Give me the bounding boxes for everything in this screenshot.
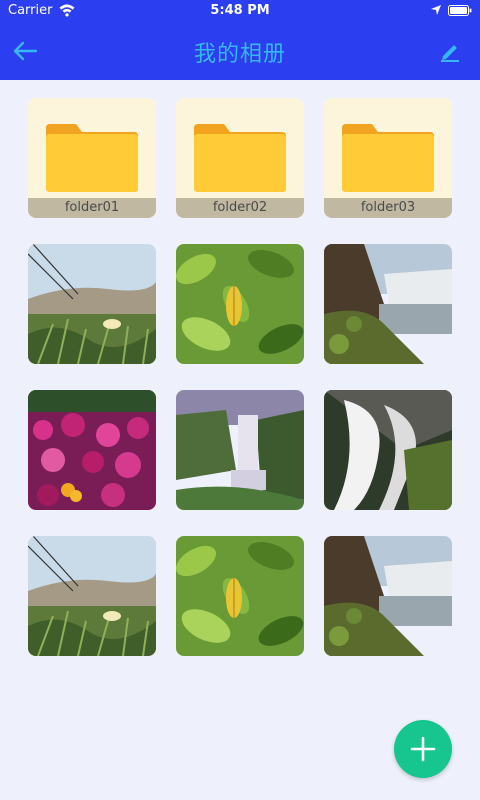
- photo-thumbnail-beach-flowers[interactable]: [28, 536, 156, 656]
- location-arrow-icon: [431, 5, 441, 15]
- folder-name: folder02: [176, 198, 304, 218]
- folder-icon: [194, 124, 286, 192]
- nav-bar: 我的相册: [0, 22, 480, 80]
- battery-icon: [448, 5, 472, 16]
- photo-thumbnail-white-waterfall[interactable]: [324, 390, 452, 510]
- status-bar: Carrier 5:48 PM: [0, 0, 480, 22]
- folder-item[interactable]: folder01: [28, 98, 156, 218]
- folder-name: folder03: [324, 198, 452, 218]
- folder-icon: [46, 124, 138, 192]
- photo-thumbnail-green-leaves[interactable]: [176, 536, 304, 656]
- pencil-icon[interactable]: [438, 39, 462, 63]
- add-button[interactable]: [394, 720, 452, 778]
- photo-thumbnail-waterfall-valley[interactable]: [176, 390, 304, 510]
- photo-thumbnail-beach-flowers[interactable]: [28, 244, 156, 364]
- plus-icon: [410, 736, 436, 762]
- photo-thumbnail-waterfall-lake[interactable]: [324, 244, 452, 364]
- album-grid: folder01 folder02 folder03: [28, 98, 452, 658]
- status-time: 5:48 PM: [210, 3, 270, 18]
- page-title: 我的相册: [193, 42, 286, 67]
- folder-item[interactable]: folder02: [176, 98, 304, 218]
- photo-thumbnail-pink-flowers[interactable]: [28, 390, 156, 510]
- folder-name: folder01: [28, 198, 156, 218]
- photo-thumbnail-waterfall-lake[interactable]: [324, 536, 452, 656]
- folder-item[interactable]: folder03: [324, 98, 452, 218]
- folder-icon: [342, 124, 434, 192]
- photo-thumbnail-green-leaves[interactable]: [176, 244, 304, 364]
